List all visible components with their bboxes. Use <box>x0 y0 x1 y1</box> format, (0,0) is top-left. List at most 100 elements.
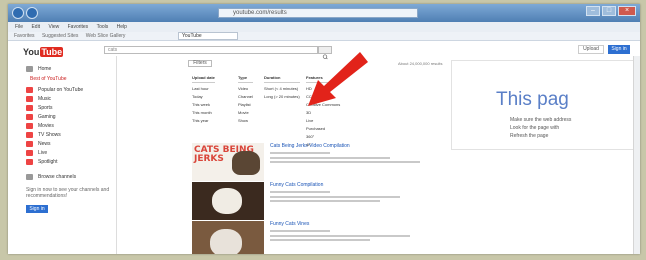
sidebar-item-movies[interactable]: Movies <box>26 121 110 130</box>
sports-icon <box>26 104 33 111</box>
favorites-bar: Favorites Suggested Sites Web Slice Gall… <box>8 32 640 41</box>
search-result: Funny Cats Vines <box>192 221 442 254</box>
music-icon <box>26 95 33 102</box>
ad-panel: This pag Make sure the web address Look … <box>451 60 634 150</box>
sidebar-divider <box>116 56 117 254</box>
youtube-logo[interactable]: You Tube <box>23 47 64 57</box>
upload-button[interactable]: Upload <box>578 45 604 54</box>
movies-icon <box>26 122 33 129</box>
video-description <box>270 239 370 241</box>
sidebar-item-label: Sports <box>38 104 53 111</box>
back-icon[interactable] <box>12 7 24 19</box>
filter-option[interactable]: Short (< 4 minutes) <box>264 85 300 93</box>
browse-channels-link[interactable]: Browse channels <box>26 172 110 181</box>
signin-button[interactable]: Sign in <box>608 45 630 54</box>
filter-option[interactable]: Long (> 20 minutes) <box>264 93 300 101</box>
web-slice-link[interactable]: Web Slice Gallery <box>86 33 126 39</box>
sidebar-item-gaming[interactable]: Gaming <box>26 112 110 121</box>
sidebar-item-label: Music <box>38 95 52 102</box>
filter-option[interactable]: Video <box>238 85 253 93</box>
forward-icon[interactable] <box>26 7 38 19</box>
menu-favorites[interactable]: Favorites <box>68 24 89 30</box>
video-meta <box>270 191 330 193</box>
cat-image <box>232 151 260 175</box>
maximize-button[interactable]: □ <box>602 6 616 16</box>
video-title[interactable]: Cats Being Jerks Video Compilation <box>270 143 350 149</box>
address-bar[interactable]: youtube.com/results <box>218 8 418 18</box>
menu-file[interactable]: File <box>15 24 23 30</box>
minimize-button[interactable]: – <box>586 6 600 16</box>
sidebar-item-news[interactable]: News <box>26 139 110 148</box>
filter-option[interactable]: Live <box>306 117 340 125</box>
filter-option[interactable]: Today <box>192 93 215 101</box>
sidebar-item-music[interactable]: Music <box>26 94 110 103</box>
results-count: About 24,000,000 results <box>398 61 443 66</box>
sidebar-item-label: Gaming <box>38 113 56 120</box>
filter-option[interactable]: Movie <box>238 109 253 117</box>
sidebar-signin-button[interactable]: Sign in <box>26 205 48 213</box>
sidebar-item-label: Browse channels <box>38 173 77 180</box>
cat-image <box>212 188 242 214</box>
spotlight-icon <box>26 158 33 165</box>
ad-panel-line: Refresh the page <box>510 133 549 139</box>
search-result: CATS BEING JERKS Cats Being Jerks Video … <box>192 143 442 181</box>
live-icon <box>26 149 33 156</box>
filter-option[interactable]: Show <box>238 117 253 125</box>
filter-option[interactable]: This month <box>192 109 215 117</box>
browser-titlebar: youtube.com/results – □ × <box>8 4 640 22</box>
filter-option[interactable]: Playlist <box>238 101 253 109</box>
ad-panel-line: Look for the page with <box>510 125 560 131</box>
sidebar-item-tv[interactable]: TV Shows <box>26 130 110 139</box>
red-arrow-icon <box>308 52 368 106</box>
favorites-link[interactable]: Favorites <box>14 33 35 39</box>
screenshot-frame: youtube.com/results – □ × File Edit View… <box>8 4 640 254</box>
sidebar-item-sports[interactable]: Sports <box>26 103 110 112</box>
filter-option[interactable]: 360° <box>306 133 340 141</box>
filter-column-type: Type Video Channel Playlist Movie Show <box>238 74 253 125</box>
video-thumbnail[interactable] <box>192 182 264 220</box>
video-thumbnail[interactable]: CATS BEING JERKS <box>192 143 264 181</box>
news-icon <box>26 140 33 147</box>
video-meta <box>270 152 330 154</box>
menu-edit[interactable]: Edit <box>31 24 40 30</box>
close-button[interactable]: × <box>618 6 636 16</box>
sidebar-item-spotlight[interactable]: Spotlight <box>26 157 110 166</box>
cat-image <box>210 229 242 254</box>
sidebar-item-popular[interactable]: Popular on YouTube <box>26 85 110 94</box>
video-description <box>270 157 390 159</box>
logo-tube: Tube <box>40 47 64 57</box>
suggested-sites-link[interactable]: Suggested Sites <box>42 33 78 39</box>
sidebar-item-live[interactable]: Live <box>26 148 110 157</box>
filter-heading: Duration <box>264 74 300 83</box>
filter-option[interactable]: Channel <box>238 93 253 101</box>
filter-option[interactable]: This year <box>192 117 215 125</box>
browser-tab[interactable]: YouTube <box>178 32 238 40</box>
video-thumbnail[interactable] <box>192 221 264 254</box>
window-controls: – □ × <box>586 6 636 16</box>
filter-option[interactable]: Last hour <box>192 85 215 93</box>
ad-panel-line: Make sure the web address <box>510 117 572 123</box>
sidebar-item-label: Spotlight <box>38 158 58 165</box>
home-icon <box>26 65 33 72</box>
filter-option[interactable]: Purchased <box>306 125 340 133</box>
sidebar-item-home[interactable]: Home <box>26 64 110 73</box>
filter-option[interactable]: This week <box>192 101 215 109</box>
menu-view[interactable]: View <box>48 24 59 30</box>
video-meta <box>270 230 330 232</box>
sidebar-item-label: Live <box>38 149 48 156</box>
video-title[interactable]: Funny Cats Vines <box>270 221 309 227</box>
sidebar-item-label: Popular on YouTube <box>38 86 84 93</box>
menu-help[interactable]: Help <box>117 24 127 30</box>
page-scrollbar[interactable] <box>633 56 640 254</box>
sidebar-section-title: Best of YouTube <box>30 76 67 82</box>
tv-icon <box>26 131 33 138</box>
logo-you: You <box>23 47 40 57</box>
filter-heading: Upload date <box>192 74 215 83</box>
video-title[interactable]: Funny Cats Compilation <box>270 182 323 188</box>
video-description <box>270 235 410 237</box>
menu-tools[interactable]: Tools <box>97 24 109 30</box>
filter-heading: Type <box>238 74 253 83</box>
search-input[interactable]: cats <box>104 46 318 54</box>
sidebar-item-label: Movies <box>38 122 54 129</box>
filters-button[interactable]: Filters <box>188 60 212 67</box>
